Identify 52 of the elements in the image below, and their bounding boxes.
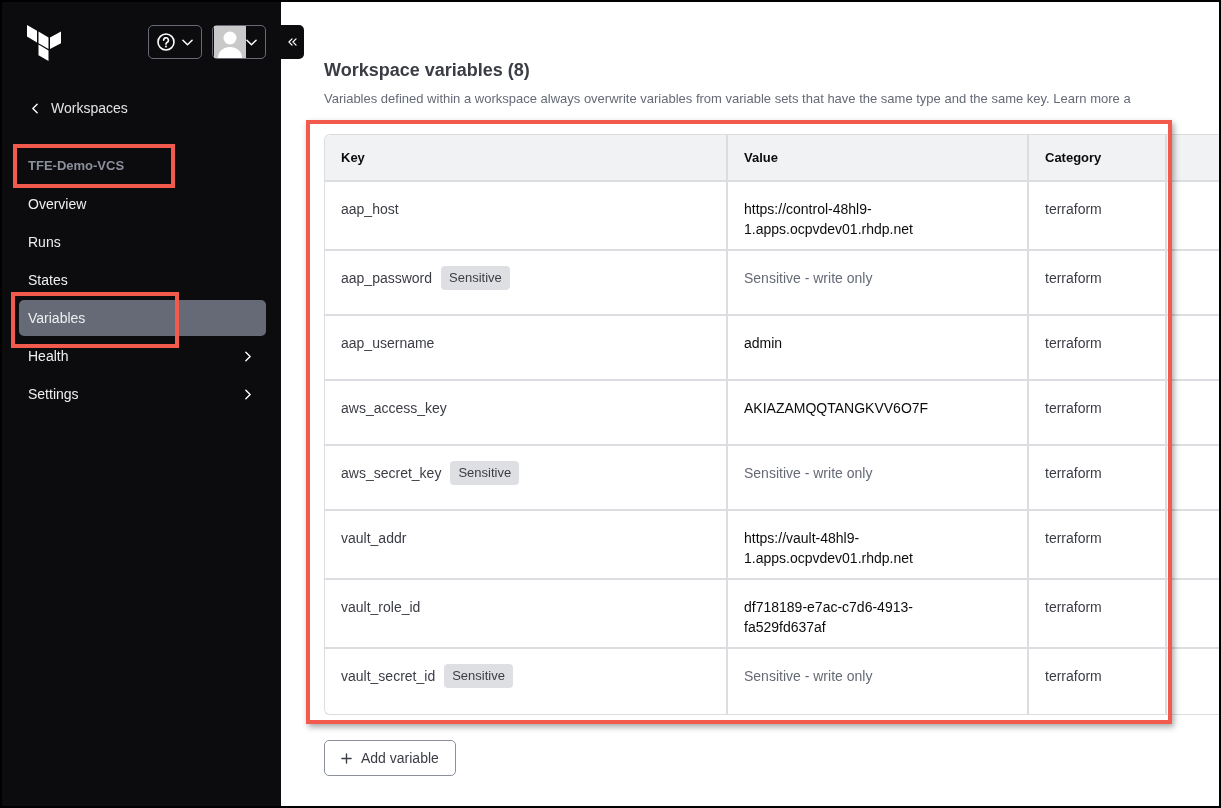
nav-item[interactable]: States — [19, 262, 266, 298]
variable-value: https://control-48hl9-1.apps.ocpvdev01.rhdp.net — [744, 200, 914, 239]
variable-category: terraform — [1045, 464, 1102, 483]
help-icon — [157, 33, 175, 51]
section-title: Workspace variables (8) — [324, 59, 531, 81]
variable-key: vault_role_id — [341, 597, 421, 617]
variable-value: Sensitive - write only — [744, 464, 873, 483]
variable-value: admin — [744, 334, 783, 353]
workspace-name: TFE-Demo-VCS — [28, 157, 125, 175]
column-header: Value — [726, 135, 1027, 182]
variable-value: AKIAZAMQQTANGKVV6O7F — [744, 399, 929, 418]
variable-value: Sensitive - write only — [744, 667, 873, 686]
logo-icon — [27, 25, 61, 61]
double-chevron-left-icon — [288, 38, 297, 46]
collapse-sidebar-button[interactable] — [281, 25, 304, 59]
variable-key: aap_username — [341, 333, 435, 353]
variable-category: terraform — [1045, 269, 1102, 288]
variable-category: terraform — [1045, 200, 1102, 219]
chevron-down-icon — [182, 38, 193, 46]
sensitive-tag: Sensitive — [441, 266, 510, 290]
help-menu-button[interactable] — [148, 25, 202, 59]
variable-key: aap_host — [341, 199, 399, 219]
variable-category: terraform — [1045, 598, 1102, 617]
variable-key: aws_secret_key — [341, 463, 442, 483]
variable-value: df718189-e7ac-c7d6-4913-fa529fd637af — [744, 598, 914, 637]
user-silhouette-icon — [214, 26, 246, 58]
add-variable-button[interactable]: Add variable — [324, 740, 456, 776]
plus-icon — [341, 752, 352, 764]
chevron-down-icon — [246, 38, 257, 46]
variable-value: https://vault-48hl9-1.apps.ocpvdev01.rhdp.net — [744, 529, 914, 568]
column-header: Key — [325, 135, 726, 182]
variable-value: Sensitive - write only — [744, 269, 873, 288]
nav-item[interactable]: Overview — [19, 186, 266, 222]
variable-category: terraform — [1045, 529, 1102, 548]
back-link[interactable]: Workspaces — [32, 98, 128, 118]
variable-category: terraform — [1045, 399, 1102, 418]
chevron-left-icon — [32, 102, 38, 114]
account-menu-button[interactable] — [212, 25, 266, 59]
sensitive-tag: Sensitive — [444, 664, 513, 688]
nav-item[interactable]: Health — [19, 338, 266, 374]
variable-category: terraform — [1045, 667, 1102, 686]
nav-item[interactable]: Variables — [19, 300, 266, 336]
variable-key: aws_access_key — [341, 398, 447, 418]
nav-item[interactable]: Settings — [19, 376, 266, 412]
variable-key: aap_password — [341, 268, 433, 288]
column-header: Category — [1027, 135, 1165, 182]
section-description: Variables defined within a workspace always overwrite variables from variable sets that have the same type and the same key. Learn more a — [324, 90, 1132, 108]
variable-category: terraform — [1045, 334, 1102, 353]
nav-item[interactable]: Runs — [19, 224, 266, 260]
variable-key: vault_secret_id — [341, 666, 436, 686]
sensitive-tag: Sensitive — [450, 461, 520, 485]
variable-key: vault_addr — [341, 528, 407, 548]
